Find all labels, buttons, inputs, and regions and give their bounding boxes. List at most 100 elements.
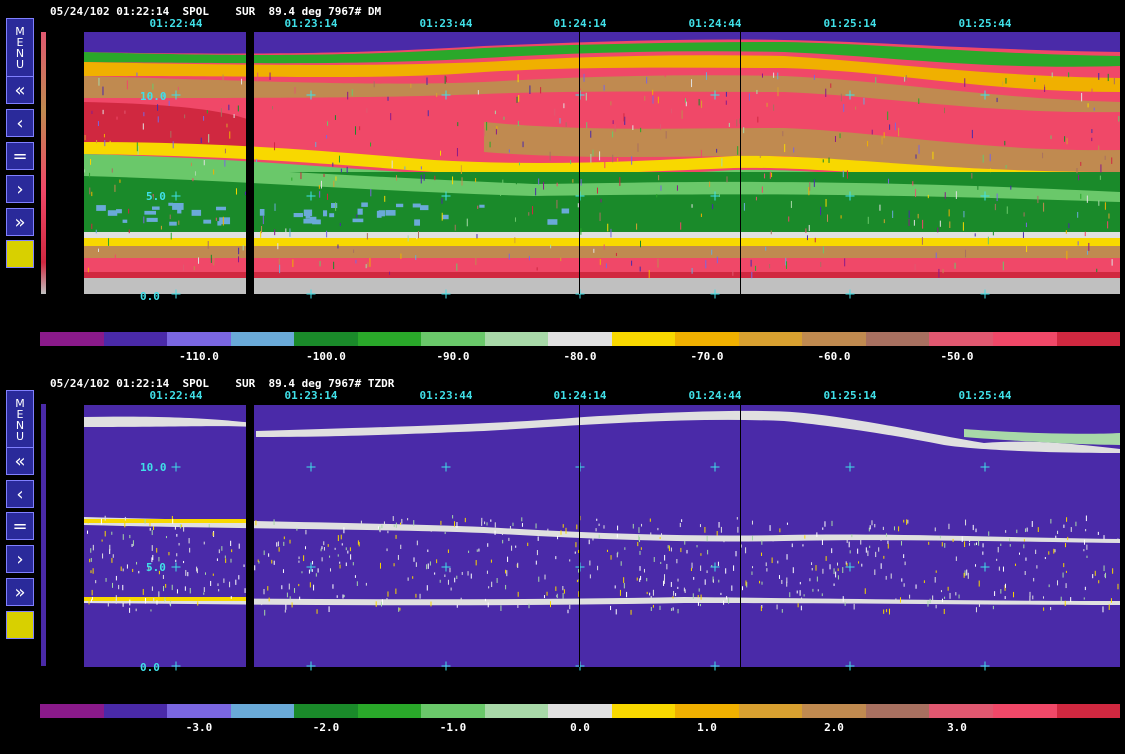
grid-cross-marker xyxy=(980,562,990,572)
noise-speck xyxy=(593,248,595,253)
noise-speck xyxy=(200,137,202,144)
noise-speck xyxy=(300,172,302,180)
menu-button[interactable]: M E N U xyxy=(6,390,34,450)
fast-back-button[interactable]: « xyxy=(6,76,34,104)
tzdr-plot[interactable] xyxy=(84,405,1120,667)
noise-speck xyxy=(833,583,835,586)
noise-speck xyxy=(652,589,654,596)
noise-speck xyxy=(1010,185,1012,190)
noise-speck xyxy=(238,543,240,549)
noise-speck xyxy=(283,536,285,540)
noise-speck xyxy=(932,595,934,601)
noise-speck xyxy=(657,96,659,104)
noise-speck xyxy=(1009,544,1011,547)
noise-speck xyxy=(289,228,291,237)
noise-speck xyxy=(652,89,654,95)
noise-speck xyxy=(101,539,103,542)
equal-button[interactable]: = xyxy=(6,142,34,170)
noise-speck xyxy=(1075,521,1077,527)
fast-forward-button[interactable]: » xyxy=(6,578,34,606)
noise-speck xyxy=(975,542,977,546)
noise-speck xyxy=(1066,137,1068,145)
noise-speck xyxy=(880,563,882,569)
noise-speck xyxy=(699,603,701,607)
noise-speck xyxy=(908,210,910,218)
noise-speck xyxy=(321,546,323,550)
noise-speck xyxy=(607,223,609,232)
fast-back-button[interactable]: « xyxy=(6,447,34,475)
noise-speck xyxy=(771,172,773,178)
dm-plot[interactable] xyxy=(84,32,1120,294)
color-swatch-button[interactable] xyxy=(6,611,34,639)
noise-speck xyxy=(811,562,813,566)
noise-speck xyxy=(220,108,222,117)
noise-speck xyxy=(255,520,257,526)
noise-speck xyxy=(343,594,345,598)
colorbar-swatch xyxy=(40,704,104,718)
noise-speck xyxy=(1086,195,1088,203)
noise-speck xyxy=(716,148,718,153)
noise-speck xyxy=(772,535,774,542)
ground-clutter xyxy=(84,278,1120,294)
noise-speck xyxy=(617,525,619,531)
grid-cross-marker xyxy=(441,462,451,472)
fast-forward-button[interactable]: » xyxy=(6,208,34,236)
noise-speck xyxy=(637,143,639,152)
noise-speck xyxy=(517,120,519,127)
noise-speck xyxy=(954,262,956,269)
noise-speck xyxy=(495,128,497,135)
noise-speck xyxy=(707,549,709,555)
noise-speck xyxy=(1103,535,1105,540)
noise-speck xyxy=(210,580,212,586)
equal-button[interactable]: = xyxy=(6,512,34,540)
back-button[interactable]: ‹ xyxy=(6,480,34,508)
noise-speck xyxy=(809,578,811,582)
noise-speck xyxy=(781,609,783,613)
noise-speck xyxy=(370,189,372,197)
noise-speck xyxy=(1029,595,1031,601)
noise-speck xyxy=(831,548,833,554)
noise-speck xyxy=(690,567,692,572)
noise-speck xyxy=(178,220,180,225)
noise-speck xyxy=(396,149,398,157)
time-label: 01:25:14 xyxy=(823,389,877,402)
noise-speck xyxy=(777,560,779,564)
menu-button[interactable]: M E N U xyxy=(6,18,34,78)
noise-speck xyxy=(528,256,530,261)
noise-speck xyxy=(517,591,519,597)
forward-button[interactable]: › xyxy=(6,175,34,203)
noise-speck xyxy=(294,588,296,593)
noise-speck xyxy=(659,605,661,610)
echo-patch xyxy=(169,221,177,226)
noise-speck xyxy=(488,586,490,589)
noise-speck xyxy=(1064,543,1066,548)
noise-speck xyxy=(291,602,293,608)
noise-speck xyxy=(726,176,728,183)
noise-speck xyxy=(452,515,454,519)
noise-speck xyxy=(1054,549,1056,553)
noise-speck xyxy=(496,577,498,583)
noise-speck xyxy=(1086,555,1088,558)
noise-speck xyxy=(887,540,889,544)
noise-speck xyxy=(660,185,662,191)
noise-speck xyxy=(830,83,832,88)
noise-speck xyxy=(1060,596,1062,602)
noise-speck xyxy=(336,595,338,598)
noise-speck xyxy=(666,563,668,570)
echo-patch xyxy=(96,205,106,211)
noise-speck xyxy=(538,178,540,185)
noise-speck xyxy=(285,604,287,610)
noise-speck xyxy=(256,158,258,163)
back-button[interactable]: ‹ xyxy=(6,109,34,137)
noise-speck xyxy=(543,595,545,599)
noise-speck xyxy=(771,557,773,564)
color-swatch-button[interactable] xyxy=(6,240,34,268)
forward-button[interactable]: › xyxy=(6,545,34,573)
noise-speck xyxy=(623,577,625,583)
noise-speck xyxy=(672,607,674,611)
noise-speck xyxy=(354,575,356,578)
noise-speck xyxy=(565,527,567,534)
noise-speck xyxy=(494,110,496,115)
noise-speck xyxy=(478,548,480,552)
noise-speck xyxy=(535,560,537,565)
